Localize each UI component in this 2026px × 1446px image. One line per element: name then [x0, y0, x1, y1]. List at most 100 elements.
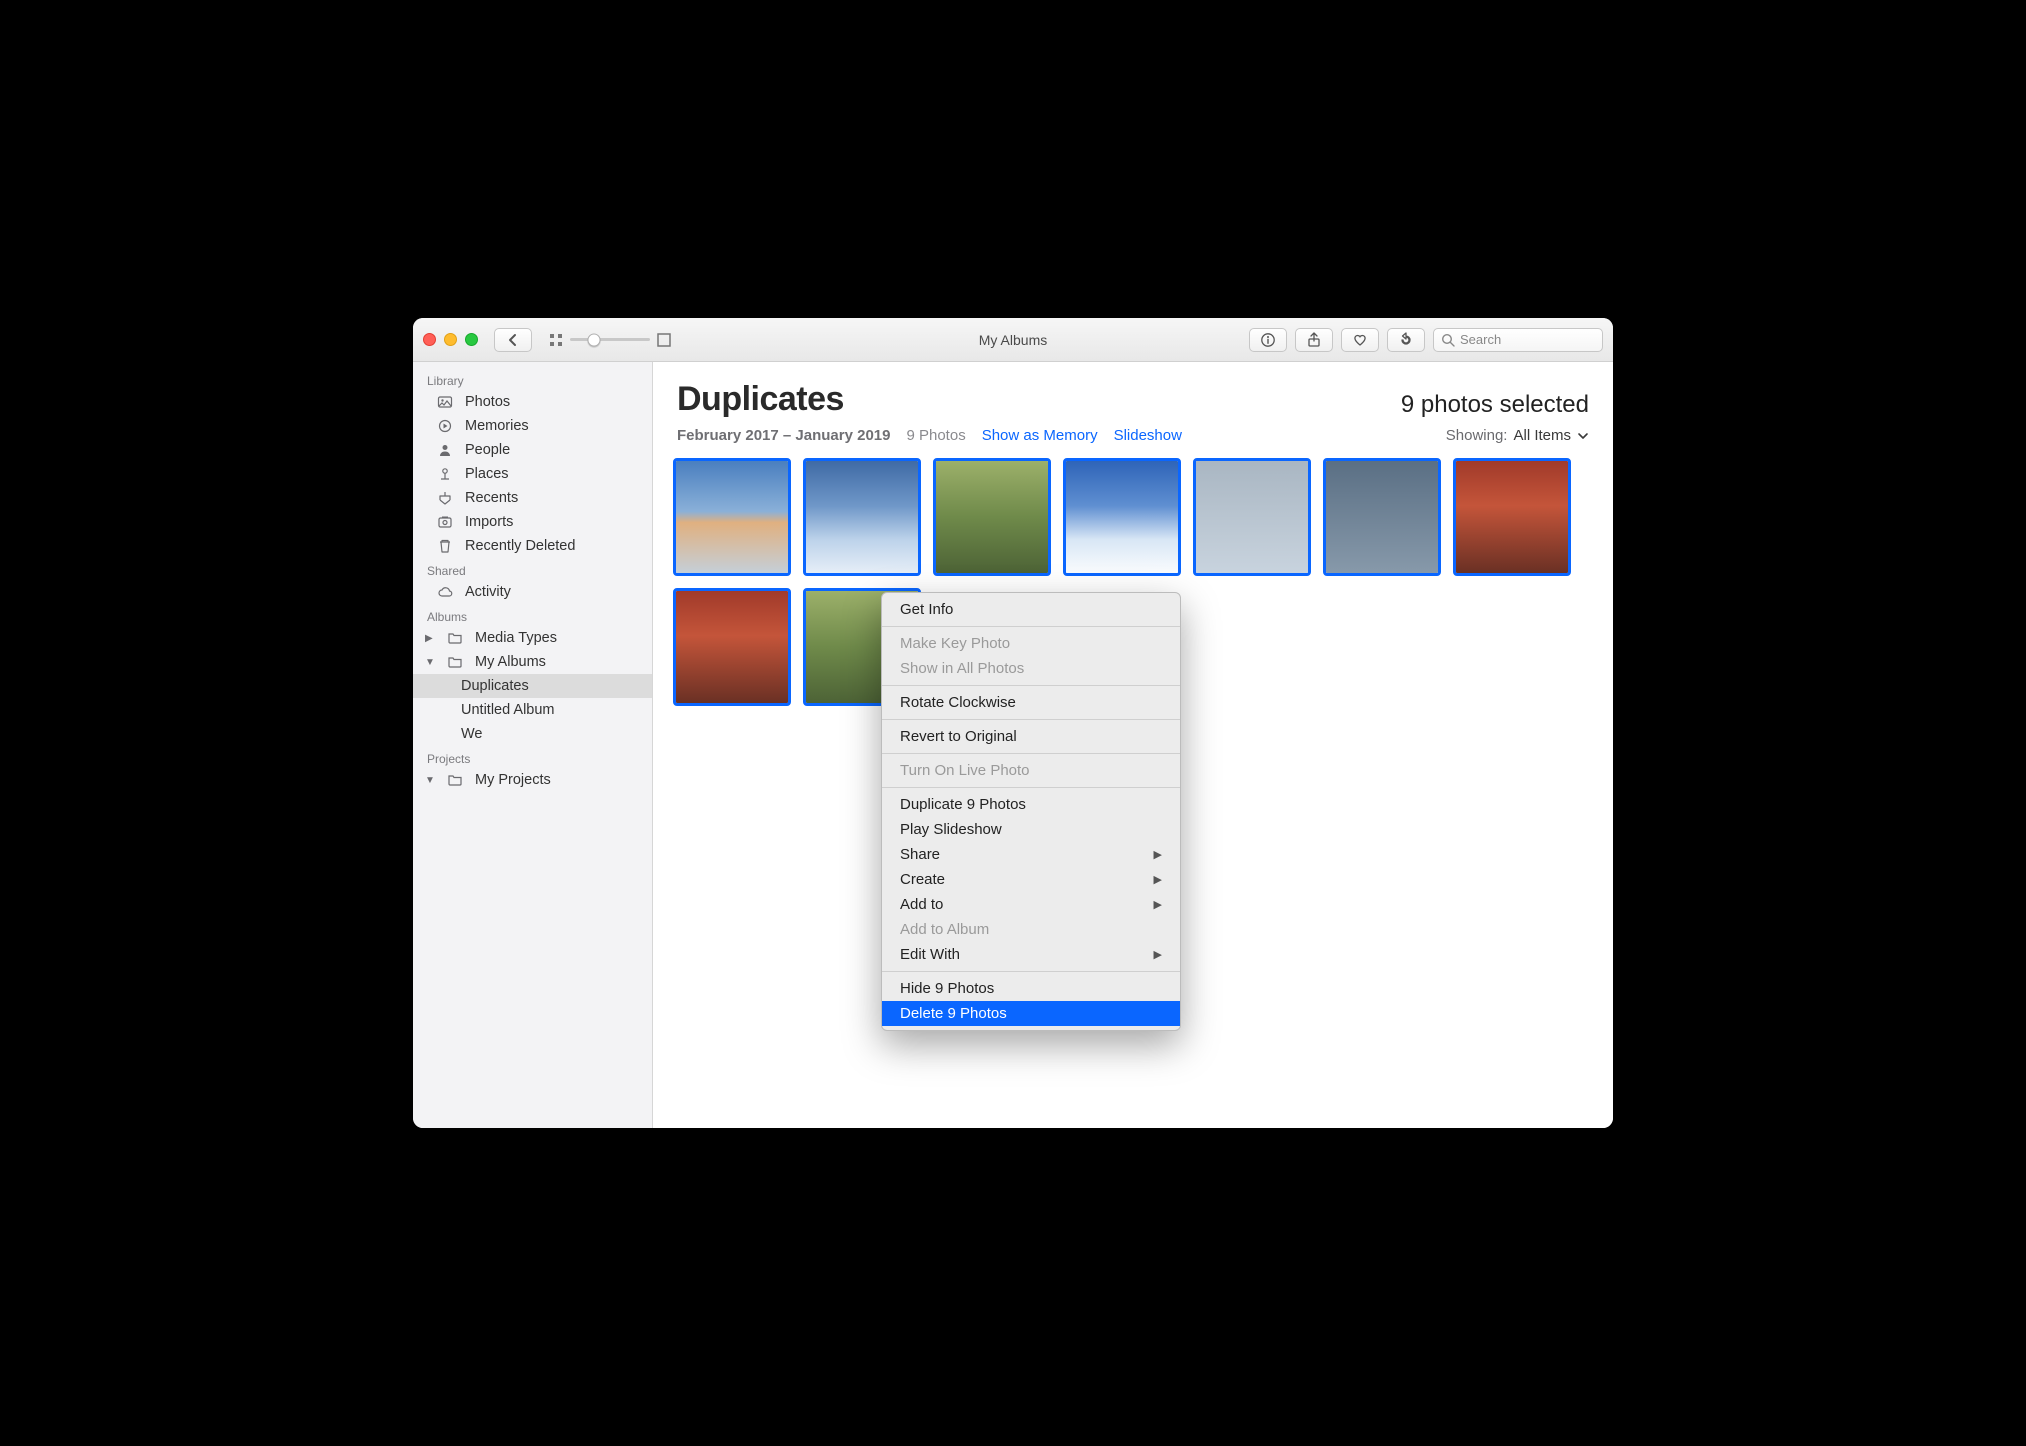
search-field[interactable]: Search	[1433, 328, 1603, 352]
context-menu-item: Show in All Photos	[882, 656, 1180, 681]
photo-thumbnail[interactable]	[1063, 458, 1181, 576]
chevron-right-icon: ▶	[1154, 873, 1162, 886]
context-menu-item[interactable]: Share▶	[882, 842, 1180, 867]
sidebar-item-label: My Albums	[475, 654, 546, 670]
photo-thumbnail[interactable]	[1193, 458, 1311, 576]
context-menu: Get Info Make Key Photo Show in All Photos…	[881, 592, 1181, 1031]
photo-thumbnail[interactable]	[673, 458, 791, 576]
thumbnail-zoom-slider[interactable]	[548, 332, 672, 348]
context-menu-item[interactable]: Play Slideshow	[882, 817, 1180, 842]
people-icon	[437, 442, 455, 458]
info-button[interactable]	[1249, 328, 1287, 352]
sidebar-item-label: Photos	[465, 394, 510, 410]
triangle-down-icon[interactable]: ▼	[425, 657, 435, 668]
rotate-button[interactable]	[1387, 328, 1425, 352]
memories-icon	[437, 418, 455, 434]
photo-thumbnail[interactable]	[1453, 458, 1571, 576]
sidebar-album-we[interactable]: We	[413, 722, 652, 746]
album-title: Duplicates	[677, 380, 844, 419]
sidebar-item-activity[interactable]: Activity	[413, 580, 652, 604]
sidebar-item-people[interactable]: People	[413, 438, 652, 462]
info-icon	[1260, 332, 1276, 348]
back-button[interactable]	[494, 328, 532, 352]
context-menu-item[interactable]: Rotate Clockwise	[882, 690, 1180, 715]
context-menu-item[interactable]: Revert to Original	[882, 724, 1180, 749]
context-menu-item[interactable]: Hide 9 Photos	[882, 976, 1180, 1001]
context-menu-item-label: Show in All Photos	[900, 660, 1024, 677]
showing-value[interactable]: All Items	[1513, 427, 1571, 444]
slideshow-link[interactable]: Slideshow	[1114, 427, 1182, 444]
minimize-window-button[interactable]	[444, 333, 457, 346]
rotate-icon	[1398, 332, 1414, 348]
slider-thumb[interactable]	[588, 333, 601, 346]
folder-icon	[447, 630, 465, 646]
chevron-right-icon: ▶	[1154, 848, 1162, 861]
photo-thumbnail[interactable]	[803, 458, 921, 576]
sidebar-item-recently-deleted[interactable]: Recently Deleted	[413, 534, 652, 558]
places-icon	[437, 466, 455, 482]
app-window: My Albums Search Library	[413, 318, 1613, 1128]
context-menu-item-label: Create	[900, 871, 945, 888]
sidebar-item-label: Memories	[465, 418, 529, 434]
context-menu-item-label: Make Key Photo	[900, 635, 1010, 652]
sidebar-section-projects: Projects	[413, 746, 652, 768]
slider-track[interactable]	[570, 338, 650, 341]
photo-thumbnail[interactable]	[933, 458, 1051, 576]
folder-icon	[447, 772, 465, 788]
window-title: My Albums	[979, 332, 1047, 348]
context-menu-item-label: Delete 9 Photos	[900, 1005, 1007, 1022]
share-icon	[1306, 332, 1322, 348]
sidebar-item-imports[interactable]: Imports	[413, 510, 652, 534]
context-menu-item-label: Turn On Live Photo	[900, 762, 1030, 779]
sidebar-album-duplicates[interactable]: Duplicates	[413, 674, 652, 698]
context-menu-item[interactable]: Get Info	[882, 597, 1180, 622]
triangle-right-icon[interactable]: ▶	[425, 633, 435, 644]
selection-count: 9 photos selected	[1401, 391, 1589, 419]
sidebar-section-albums: Albums	[413, 604, 652, 626]
photo-thumbnail[interactable]	[673, 588, 791, 706]
search-icon	[1440, 332, 1456, 348]
context-menu-item[interactable]: Edit With▶	[882, 942, 1180, 967]
sidebar-item-my-albums[interactable]: ▼ My Albums	[413, 650, 652, 674]
context-menu-item-label: Add to Album	[900, 921, 989, 938]
context-menu-item-label: Revert to Original	[900, 728, 1017, 745]
context-menu-item[interactable]: Create ▶	[882, 867, 1180, 892]
context-menu-separator	[882, 626, 1180, 627]
chevron-left-icon	[505, 332, 521, 348]
triangle-down-icon[interactable]: ▼	[425, 775, 435, 786]
sidebar-item-label: Recently Deleted	[465, 538, 575, 554]
content: Library Photos Memories People Places Re…	[413, 362, 1613, 1128]
context-menu-separator	[882, 787, 1180, 788]
imports-icon	[437, 514, 455, 530]
share-button[interactable]	[1295, 328, 1333, 352]
sidebar-item-label: Places	[465, 466, 509, 482]
fullscreen-window-button[interactable]	[465, 333, 478, 346]
sidebar: Library Photos Memories People Places Re…	[413, 362, 653, 1128]
sidebar-item-memories[interactable]: Memories	[413, 414, 652, 438]
favorite-button[interactable]	[1341, 328, 1379, 352]
context-menu-item[interactable]: Delete 9 Photos	[882, 1001, 1180, 1026]
context-menu-item-label: Duplicate 9 Photos	[900, 796, 1026, 813]
sidebar-item-photos[interactable]: Photos	[413, 390, 652, 414]
sidebar-item-recents[interactable]: Recents	[413, 486, 652, 510]
showing-label: Showing:	[1446, 427, 1508, 444]
date-range: February 2017 – January 2019	[677, 427, 890, 444]
photo-thumbnail[interactable]	[1323, 458, 1441, 576]
recents-icon	[437, 490, 455, 506]
close-window-button[interactable]	[423, 333, 436, 346]
sidebar-item-my-projects[interactable]: ▼ My Projects	[413, 768, 652, 792]
folder-icon	[447, 654, 465, 670]
context-menu-item[interactable]: Add to▶	[882, 892, 1180, 917]
window-controls	[423, 333, 478, 346]
sidebar-item-places[interactable]: Places	[413, 462, 652, 486]
context-menu-item: Make Key Photo	[882, 631, 1180, 656]
sidebar-item-label: Activity	[465, 584, 511, 600]
sidebar-item-media-types[interactable]: ▶ Media Types	[413, 626, 652, 650]
sidebar-album-untitled[interactable]: Untitled Album	[413, 698, 652, 722]
sidebar-item-label: My Projects	[475, 772, 551, 788]
show-as-memory-link[interactable]: Show as Memory	[982, 427, 1098, 444]
chevron-right-icon: ▶	[1154, 948, 1162, 961]
context-menu-item[interactable]: Duplicate 9 Photos	[882, 792, 1180, 817]
sidebar-item-label: Duplicates	[461, 678, 529, 694]
chevron-down-icon	[1577, 430, 1589, 442]
